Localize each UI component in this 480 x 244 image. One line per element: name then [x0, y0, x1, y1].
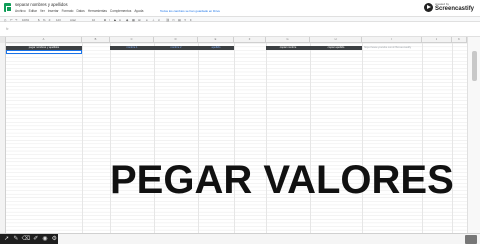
bottom-bar: ➚ ✎ ⌫ ✐ ◉ ⚙: [0, 233, 480, 244]
menu-bar: Archivo Editar Ver Insertar Formato Dato…: [15, 9, 143, 13]
menu-complementos[interactable]: Complementos: [110, 9, 131, 13]
gridline: [154, 43, 155, 233]
spreadsheet-grid[interactable]: A B C D E F G H I J K pegar nombres y ap…: [0, 37, 467, 233]
gridline: [234, 43, 235, 233]
record-control-icon[interactable]: ◉: [41, 234, 48, 244]
scrollbar-thumb[interactable]: [472, 51, 477, 81]
menu-datos[interactable]: Datos: [76, 9, 84, 13]
menu-editar[interactable]: Editar: [29, 9, 37, 13]
formula-input[interactable]: [12, 25, 472, 33]
highlighter-icon[interactable]: ✐: [32, 234, 39, 244]
watermark-brand: Screencastify: [435, 6, 475, 12]
menu-insertar[interactable]: Insertar: [48, 9, 59, 13]
sheets-logo-icon[interactable]: [4, 3, 12, 12]
star-icon[interactable]: ☆: [55, 2, 59, 7]
cell-h1-header[interactable]: copiar apellido: [310, 46, 362, 50]
gridline: [82, 43, 83, 233]
title-bar: separar nombres y apellidos ☆ Archivo Ed…: [0, 0, 480, 16]
menu-archivo[interactable]: Archivo: [15, 9, 26, 13]
formula-bar: fx: [0, 22, 480, 37]
cell-g1-header[interactable]: copiar nombre: [266, 46, 310, 50]
cell-e1-header[interactable]: apellido: [198, 46, 234, 50]
annotation-tools: ➚ ✎ ⌫ ✐ ◉ ⚙: [0, 234, 58, 244]
gridline: [422, 43, 423, 233]
menu-ayuda[interactable]: Ayuda: [134, 9, 143, 13]
gridline: [110, 43, 111, 233]
menu-herramientas[interactable]: Herramientas: [88, 9, 107, 13]
overlay-caption: PEGAR VALORES: [110, 158, 454, 202]
save-status-link[interactable]: Todos los cambios se han guardado en Dri…: [160, 9, 220, 13]
selected-cell-a2[interactable]: [6, 50, 82, 54]
menu-ver[interactable]: Ver: [40, 9, 45, 13]
fx-label: fx: [6, 27, 9, 31]
gridline: [198, 43, 199, 233]
vertical-scrollbar[interactable]: [467, 37, 480, 233]
eraser-icon[interactable]: ⌫: [22, 234, 30, 244]
menu-formato[interactable]: Formato: [62, 9, 74, 13]
gridline: [266, 43, 267, 233]
pen-icon[interactable]: ✎: [12, 234, 19, 244]
explore-button[interactable]: [465, 235, 477, 244]
gridline: [452, 43, 453, 233]
gridline: [310, 43, 311, 233]
cursor-icon[interactable]: ➚: [3, 234, 10, 244]
settings-icon[interactable]: ⚙: [51, 234, 58, 244]
record-icon: [424, 3, 433, 12]
grid-rows: [6, 43, 467, 233]
document-title[interactable]: separar nombres y apellidos: [15, 2, 68, 7]
screencastify-watermark: created by Screencastify: [424, 1, 474, 16]
cell-i1-link[interactable]: https://www.youtube.com/c/Screencastify: [364, 46, 450, 50]
cell-d1-header[interactable]: nombre 2: [154, 46, 198, 50]
cell-c1-header[interactable]: nombre 1: [110, 46, 154, 50]
gridline: [362, 43, 363, 233]
